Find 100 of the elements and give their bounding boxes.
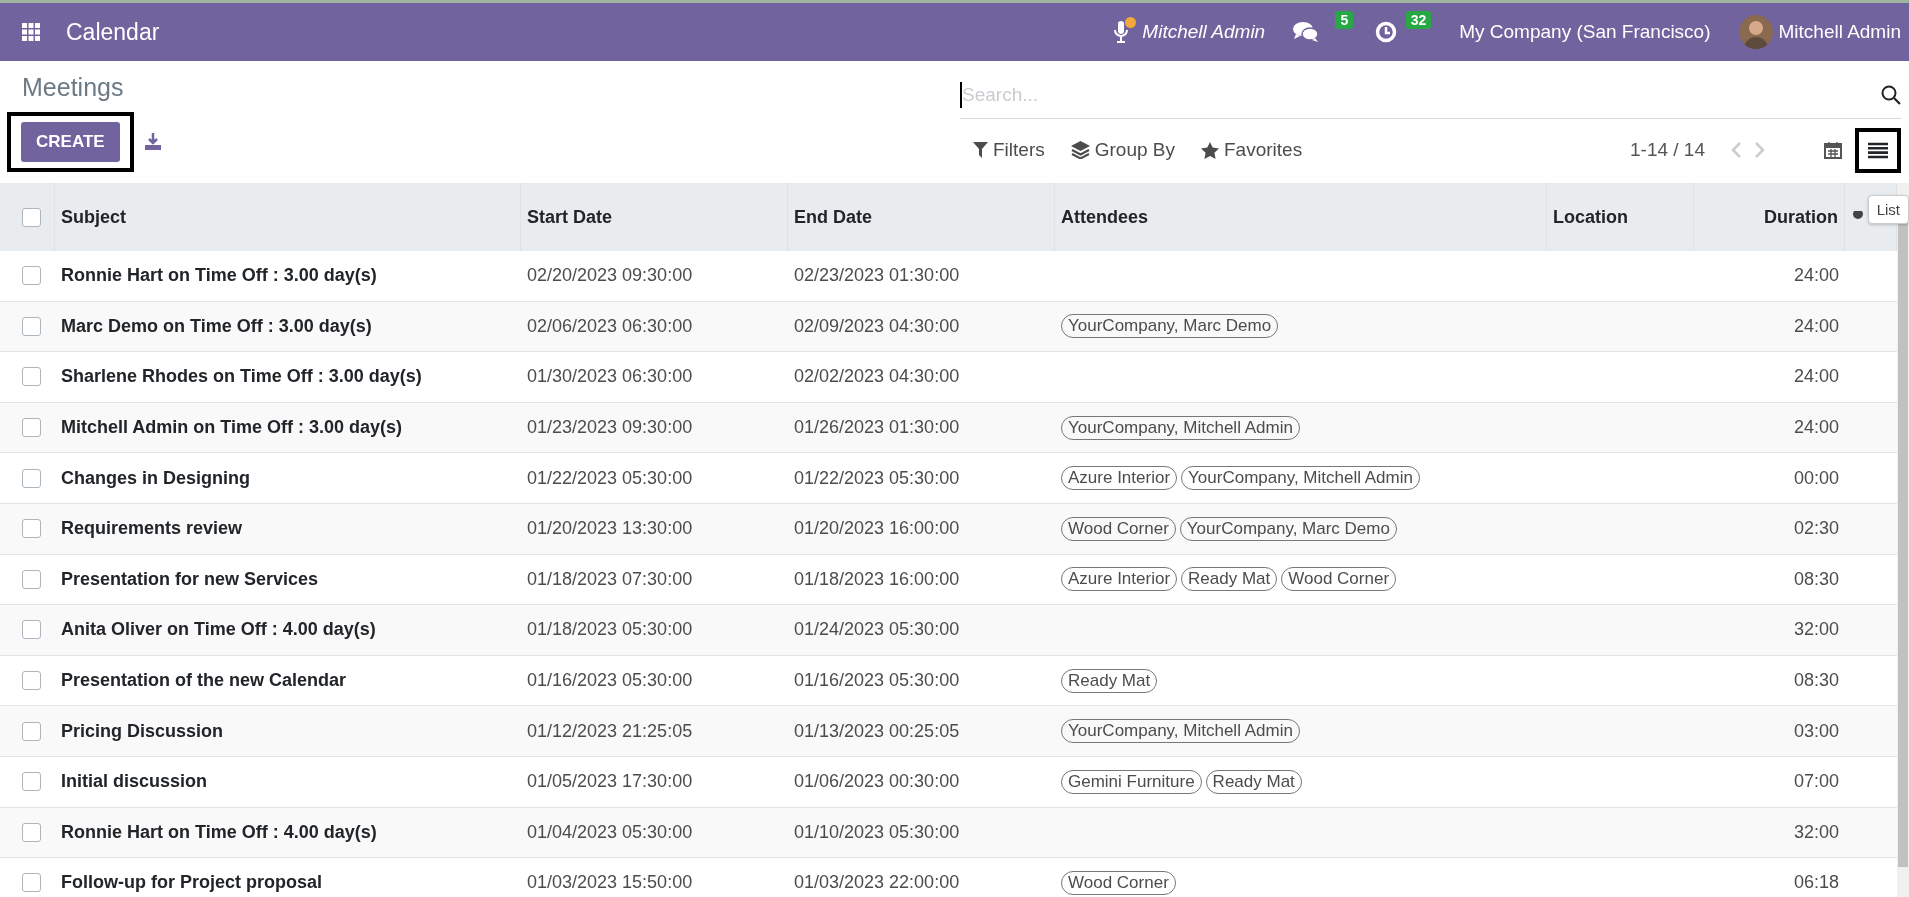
row-checkbox[interactable] xyxy=(22,468,41,488)
breadcrumb: Meetings xyxy=(22,73,125,102)
column-header[interactable]: Attendees xyxy=(1061,206,1149,228)
messages-count: 5 xyxy=(1335,11,1354,29)
table-cell: Presentation of the new Calendar xyxy=(61,670,347,692)
table-cell: Pricing Discussion xyxy=(61,720,224,742)
status-dot xyxy=(1125,17,1137,28)
table-cell: 24:00 xyxy=(1793,417,1839,439)
table-cell: Presentation for new Services xyxy=(61,568,319,590)
filter-menu-button[interactable]: Favorites xyxy=(1188,139,1316,161)
row-checkbox[interactable] xyxy=(22,519,41,539)
table-cell: 01/30/2023 06:30:00 xyxy=(527,366,693,388)
row-checkbox[interactable] xyxy=(22,620,41,640)
apps-menu-icon[interactable] xyxy=(22,23,40,41)
table-cell: Changes in Designing xyxy=(61,467,251,489)
select-all-checkbox[interactable] xyxy=(22,207,41,227)
table-cell: 01/20/2023 13:30:00 xyxy=(527,518,693,540)
table-cell: 01/23/2023 09:30:00 xyxy=(527,417,693,439)
table-cell: 02/23/2023 01:30:00 xyxy=(794,265,960,287)
table-cell: 02:30 xyxy=(1793,518,1839,540)
table-cell: Mitchell Admin on Time Off : 3.00 day(s) xyxy=(61,417,403,439)
table-cell: 08:30 xyxy=(1793,568,1839,590)
table-cell: 01/04/2023 05:30:00 xyxy=(527,821,693,843)
table-cell: Sharlene Rhodes on Time Off : 3.00 day(s) xyxy=(61,366,422,388)
download-icon[interactable] xyxy=(143,133,162,151)
activities-count: 32 xyxy=(1405,11,1432,29)
chat-icon xyxy=(1293,21,1320,43)
chevron-right-icon xyxy=(1754,141,1765,159)
calendar-icon xyxy=(1824,141,1842,159)
row-checkbox[interactable] xyxy=(22,671,41,691)
chevron-left-icon xyxy=(1731,141,1742,159)
user-menu[interactable]: Mitchell Admin xyxy=(1738,15,1901,49)
table-cell: Initial discussion xyxy=(61,771,208,793)
layers-icon xyxy=(1070,141,1090,159)
table-cell: 07:00 xyxy=(1793,771,1839,793)
table-cell: 24:00 xyxy=(1793,315,1839,337)
table-cell: 32:00 xyxy=(1793,821,1839,843)
table-cell: 01/26/2023 01:30:00 xyxy=(794,417,960,439)
row-checkbox[interactable] xyxy=(22,721,41,741)
row-checkbox[interactable] xyxy=(22,316,41,336)
view-switch-button[interactable] xyxy=(1855,127,1901,173)
table-cell: 01/05/2023 17:30:00 xyxy=(527,771,693,793)
table-cell: 24:00 xyxy=(1793,366,1839,388)
row-checkbox[interactable] xyxy=(22,772,41,792)
list-icon xyxy=(1868,141,1888,159)
company-switcher[interactable]: My Company (San Francisco) xyxy=(1459,21,1711,43)
row-checkbox[interactable] xyxy=(22,822,41,842)
filter-menu-button[interactable]: Group By xyxy=(1057,139,1188,161)
table-cell: 02/06/2023 06:30:00 xyxy=(527,315,693,337)
table-cell: Anita Oliver on Time Off : 4.00 day(s) xyxy=(61,619,376,641)
table-cell: Ronnie Hart on Time Off : 3.00 day(s) xyxy=(61,265,377,287)
table-cell: 01/22/2023 05:30:00 xyxy=(794,467,960,489)
table-cell: 01/24/2023 05:30:00 xyxy=(794,619,960,641)
table-cell: 02/20/2023 09:30:00 xyxy=(527,265,693,287)
column-header[interactable]: End Date xyxy=(794,206,872,228)
table-cell: 08:30 xyxy=(1793,670,1839,692)
table-cell: Follow-up for Project proposal xyxy=(61,872,322,894)
column-header[interactable]: Subject xyxy=(61,206,126,228)
column-header[interactable]: Location xyxy=(1553,206,1628,228)
filter-icon xyxy=(973,142,988,158)
clock-icon xyxy=(1375,21,1398,43)
status-user[interactable]: Mitchell Admin xyxy=(1114,21,1266,43)
row-checkbox[interactable] xyxy=(22,569,41,589)
column-header[interactable]: Start Date xyxy=(527,206,613,228)
table-cell: 01/03/2023 15:50:00 xyxy=(527,872,693,894)
search-icon[interactable] xyxy=(1881,84,1901,105)
table-cell: 01/06/2023 00:30:00 xyxy=(794,771,960,793)
table-cell: 01/18/2023 07:30:00 xyxy=(527,568,693,590)
create-button[interactable]: CREATE xyxy=(21,122,120,162)
table-cell: 01/13/2023 00:25:05 xyxy=(794,720,960,742)
column-header[interactable]: Duration xyxy=(1764,206,1838,228)
table-cell: 01/20/2023 16:00:00 xyxy=(794,518,960,540)
row-checkbox[interactable] xyxy=(22,266,41,286)
table-cell: 24:00 xyxy=(1793,265,1839,287)
filter-menu-button[interactable]: Filters xyxy=(960,139,1058,161)
avatar xyxy=(1738,15,1773,49)
table-cell: 01/22/2023 05:30:00 xyxy=(527,467,693,489)
app-title[interactable]: Calendar xyxy=(66,18,160,46)
tooltip: List xyxy=(1867,195,1909,224)
table-cell: 01/10/2023 05:30:00 xyxy=(794,821,960,843)
table-cell: 32:00 xyxy=(1793,619,1839,641)
pager-value[interactable]: 1-14 / 14 xyxy=(1630,139,1705,161)
table-cell: Marc Demo on Time Off : 3.00 day(s) xyxy=(61,315,372,337)
table-cell: 01/18/2023 05:30:00 xyxy=(527,619,693,641)
row-checkbox[interactable] xyxy=(22,873,41,893)
table-cell: 01/16/2023 05:30:00 xyxy=(794,670,960,692)
row-checkbox[interactable] xyxy=(22,418,41,438)
table-cell: 03:00 xyxy=(1793,720,1839,742)
table-cell: 01/18/2023 16:00:00 xyxy=(794,568,960,590)
table-cell: 01/03/2023 22:00:00 xyxy=(794,872,960,894)
microphone-icon xyxy=(1114,21,1129,43)
table-cell: Ronnie Hart on Time Off : 4.00 day(s) xyxy=(61,821,377,843)
table-cell: 06:18 xyxy=(1793,872,1839,894)
table-cell: 01/16/2023 05:30:00 xyxy=(527,670,693,692)
table-cell: Requirements review xyxy=(61,518,243,540)
star-icon xyxy=(1201,141,1219,159)
row-checkbox[interactable] xyxy=(22,367,41,387)
table-cell: 02/09/2023 04:30:00 xyxy=(794,315,960,337)
table-cell: 02/02/2023 04:30:00 xyxy=(794,366,960,388)
table-cell: 01/12/2023 21:25:05 xyxy=(527,720,693,742)
